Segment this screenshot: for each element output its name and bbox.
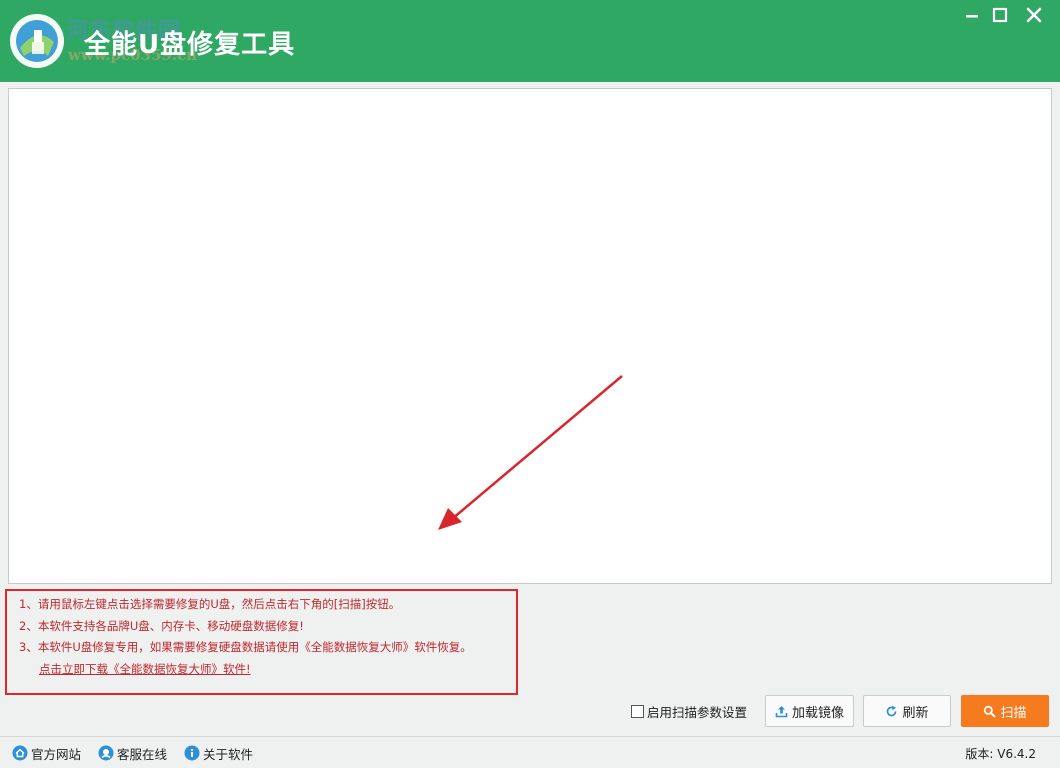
official-site-label: 官方网站 — [31, 746, 82, 762]
device-list-panel[interactable] — [8, 88, 1052, 584]
close-button[interactable] — [1022, 6, 1046, 26]
scan-params-checkbox[interactable] — [631, 704, 644, 718]
scan-label: 扫描 — [1000, 705, 1027, 721]
footer-bar: 官方网站 客服在线 关于软件 版本: V6.4.2 — [0, 737, 1060, 768]
online-service-label: 客服在线 — [117, 746, 168, 762]
search-icon — [983, 705, 996, 718]
app-title: 全能U盘修复工具 — [84, 30, 296, 60]
home-icon — [12, 745, 28, 761]
info-icon — [184, 745, 200, 761]
title-bar: 河东软件园 www.pc0359.cn 全能U盘修复工具 — [0, 0, 1060, 82]
online-service-link[interactable]: 客服在线 — [98, 743, 167, 763]
download-link[interactable]: 点击立即下载《全能数据恢复大师》软件! — [39, 661, 251, 677]
instruction-line-3: 3、本软件U盘修复专用，如果需要修复硬盘数据请使用《全能数据恢复大师》软件恢复。 — [19, 640, 472, 654]
load-image-label: 加载镜像 — [791, 705, 844, 721]
close-icon — [1026, 7, 1042, 23]
official-site-link[interactable]: 官方网站 — [12, 743, 81, 763]
load-image-button[interactable]: 加载镜像 — [765, 695, 854, 727]
scan-params-toggle[interactable]: 启用扫描参数设置 — [631, 702, 747, 720]
instruction-line-2: 2、本软件支持各品牌U盘、内存卡、移动硬盘数据修复! — [19, 619, 304, 633]
app-logo-icon — [10, 14, 64, 68]
about-label: 关于软件 — [203, 746, 254, 762]
refresh-label: 刷新 — [902, 705, 929, 721]
minimize-icon — [966, 15, 978, 18]
upload-icon — [775, 705, 788, 718]
instructions-box: 1、请用鼠标左键点击选择需要修复的U盘，然后点击右下角的[扫描]按钮。 2、本软… — [5, 589, 518, 695]
refresh-icon — [885, 705, 898, 718]
minimize-button[interactable] — [960, 6, 984, 26]
scan-params-label: 启用扫描参数设置 — [647, 704, 748, 720]
scan-button[interactable]: 扫描 — [961, 695, 1049, 727]
version-label: 版本: V6.4.2 — [965, 747, 1036, 761]
refresh-button[interactable]: 刷新 — [863, 695, 951, 727]
instruction-line-1: 1、请用鼠标左键点击选择需要修复的U盘，然后点击右下角的[扫描]按钮。 — [19, 597, 401, 611]
about-link[interactable]: 关于软件 — [184, 743, 253, 763]
maximize-icon — [992, 7, 1008, 23]
maximize-button[interactable] — [988, 6, 1012, 26]
support-icon — [98, 745, 114, 761]
